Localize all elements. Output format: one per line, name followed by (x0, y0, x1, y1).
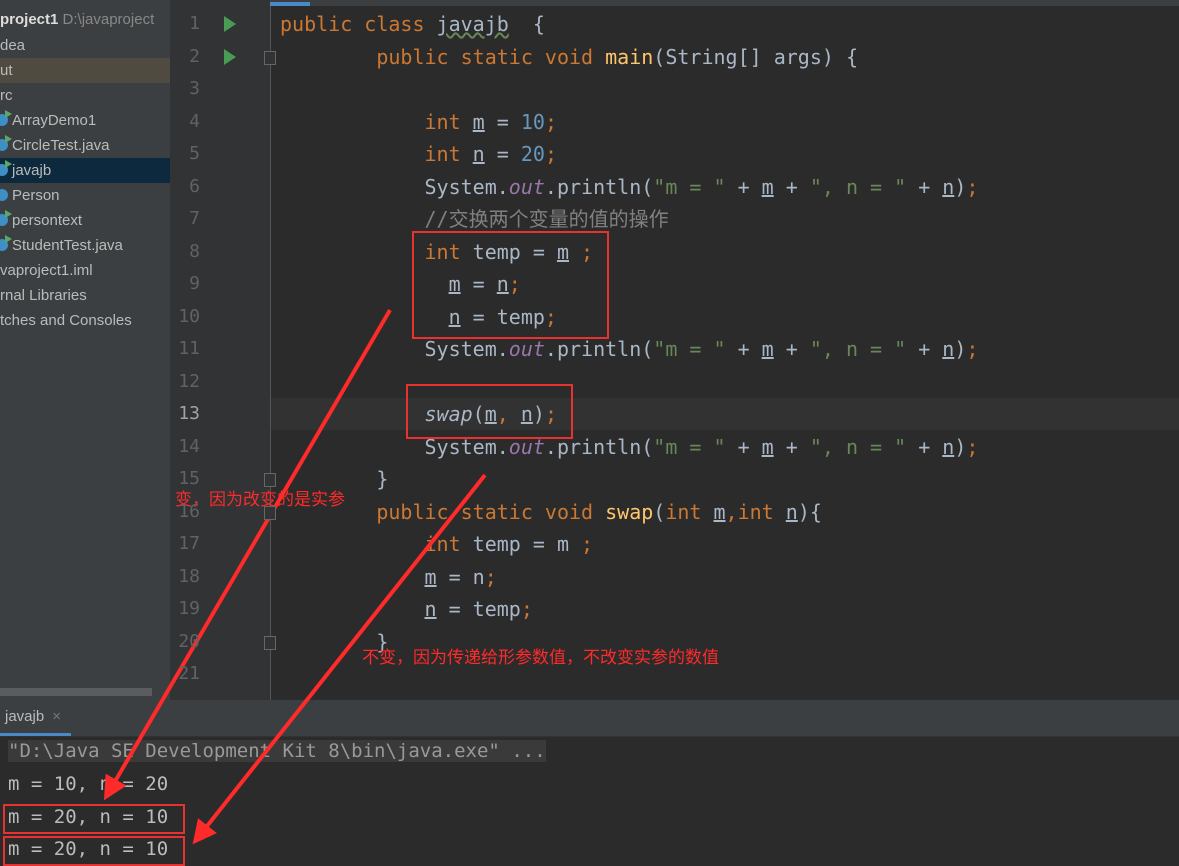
fold-icon[interactable] (264, 473, 276, 487)
fold-icon[interactable] (264, 635, 276, 650)
run-icon[interactable] (224, 16, 236, 32)
line-number: 14 (178, 435, 200, 457)
run-icon[interactable] (224, 48, 236, 65)
line-number: 18 (178, 565, 200, 587)
line-number: 19 (178, 598, 200, 619)
arrow-to-output2 (103, 308, 392, 801)
line-number: 1 (189, 13, 200, 34)
line-number: 13 (178, 403, 200, 424)
arrow-to-output3 (192, 473, 487, 845)
line-number: 7 (189, 208, 200, 229)
line-number: 5 (189, 143, 200, 164)
line-number: 21 (178, 663, 200, 684)
line-number: 9 (189, 273, 200, 294)
line-number: 3 (189, 78, 200, 99)
line-number: 15 (178, 468, 200, 489)
line-number: 17 (178, 533, 200, 554)
line-number: 16 (178, 500, 200, 522)
line-number: 2 (189, 45, 200, 67)
line-number: 11 (178, 338, 200, 359)
line-number: 20 (178, 630, 200, 652)
line-number: 12 (178, 370, 200, 392)
line-number: 4 (189, 110, 200, 132)
fold-icon[interactable] (264, 505, 276, 520)
line-number: 10 (178, 305, 200, 327)
fold-icon[interactable] (264, 50, 276, 65)
line-number: 8 (189, 240, 200, 262)
line-number: 6 (189, 175, 200, 197)
